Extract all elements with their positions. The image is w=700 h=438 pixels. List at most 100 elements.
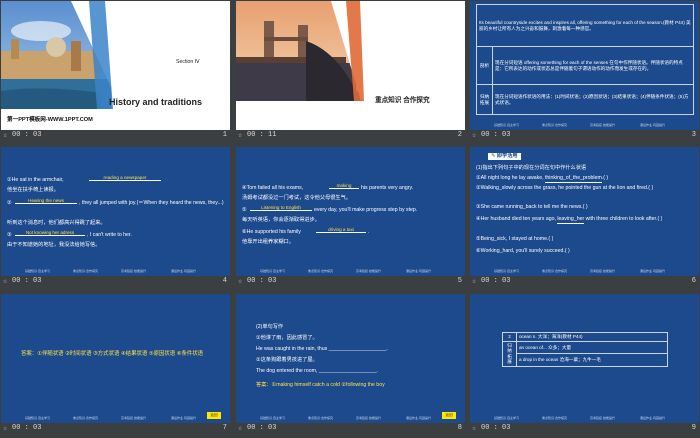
nav-link[interactable]: 课后作业·巩固提升: [406, 416, 431, 420]
nav-link[interactable]: 课后作业·巩固提升: [640, 269, 665, 273]
question-3: ③She came running_back to tell me the ne…: [476, 204, 588, 210]
prompt-2: ②这条狗跟着男孩进了屋。: [256, 357, 318, 363]
nav-link[interactable]: 高考链接·技能提升: [590, 416, 615, 420]
slide-thumbnail-6[interactable]: ✎ 即学活用 (1)指出下列句子中的现在分词在句中作什么状语 ①All nigh…: [470, 147, 699, 287]
expression-2: a drop in the ocean 沧海一粟；九牛一毛: [516, 353, 668, 367]
star-icon: ☆: [472, 132, 477, 140]
sentence-6-end: .: [368, 229, 370, 235]
sentence-1: ①He sat in the armchair,: [7, 177, 64, 183]
slide-number: 9: [691, 424, 696, 432]
nav-link[interactable]: 课后作业·巩固提升: [406, 269, 431, 273]
sentence-3-num: ③: [7, 232, 12, 238]
slide-nav: 基础知识·自主学习 重点知识·合作探究 高考链接·技能提升 课后作业·巩固提升: [1, 269, 230, 275]
slide-sorter-grid: Section Ⅳ History and traditions 第一PPT模板…: [0, 0, 700, 438]
nav-link[interactable]: 课后作业·巩固提升: [171, 269, 196, 273]
slide-number: 3: [691, 131, 696, 139]
answer-blank-6: driving a taxi: [316, 227, 366, 233]
row-label: 归纳拓展: [502, 340, 517, 367]
nav-link[interactable]: 重点知识·合作探究: [542, 123, 567, 127]
vocab-title: ocean n. 大洋；海洋(教材 P44): [516, 332, 668, 342]
nav-link[interactable]: 重点知识·合作探究: [542, 416, 567, 420]
nav-link[interactable]: 基础知识·自主学习: [25, 269, 50, 273]
nav-link[interactable]: 高考链接·技能提升: [356, 416, 381, 420]
slide-number: 2: [457, 131, 462, 139]
nav-link[interactable]: 高考链接·技能提升: [590, 123, 615, 127]
tower-bridge-photo: [236, 1, 386, 101]
nav-link[interactable]: 重点知识·合作探究: [308, 416, 333, 420]
summary-cell: 现在分词短语作状语的用法：(1)时间状语；(2)原因状语；(3)结果状语；(4)…: [492, 84, 694, 115]
nav-link[interactable]: 高考链接·技能提升: [121, 416, 146, 420]
nav-link[interactable]: 高考链接·技能提升: [121, 269, 146, 273]
slide-timing: 00 : 03: [481, 277, 511, 285]
nav-link[interactable]: 高考链接·技能提升: [590, 269, 615, 273]
slide-title: History and traditions: [109, 97, 203, 107]
slide-thumbnail-7[interactable]: 答案：①伴随状语 ②时间状语 ③方式状语 ④结果状语 ⑤原因状语 ⑥条件状语 返…: [1, 294, 230, 434]
sentence-4-end: his parents very angry.: [361, 185, 414, 191]
slide-canvas: ④Tom failed all his exams, making his pa…: [236, 147, 465, 276]
slide-canvas: Section Ⅳ History and traditions 第一PPT模板…: [1, 1, 230, 130]
slide-caption: ☆ 00 : 03 1: [1, 130, 230, 141]
slide-caption: ☆ 00 : 03 4: [1, 276, 230, 287]
slide-timing: 00 : 03: [481, 131, 511, 139]
slide-canvas: 2 ocean n. 大洋；海洋(教材 P44) 归纳拓展 an ocean o…: [470, 294, 699, 423]
translation-5: 每天听英语，你会逐渐取得进步。: [242, 217, 320, 223]
star-icon: ☆: [472, 278, 477, 286]
slide-timing: 00 : 03: [247, 277, 277, 285]
slide-heading: 重点知识 合作探究: [375, 97, 430, 104]
nav-link[interactable]: 重点知识·合作探究: [73, 416, 98, 420]
star-icon: ☆: [472, 425, 477, 433]
slide-thumbnail-1[interactable]: Section Ⅳ History and traditions 第一PPT模板…: [1, 1, 230, 141]
translation-2: 听到这个消息时，他们都高兴得跳了起来。: [7, 220, 106, 226]
nav-link[interactable]: 重点知识·合作探究: [73, 269, 98, 273]
question-6: ⑥Working_hard, you'll surely succeed.( ): [476, 248, 570, 254]
slide-nav: 基础知识·自主学习 重点知识·合作探究 高考链接·技能提升 课后作业·巩固提升: [470, 123, 699, 129]
translation-1: 他坐在扶手椅上读报。: [7, 187, 59, 193]
slide-number: 6: [691, 277, 696, 285]
question-5: ⑤Being_sick, I stayed at home.( ): [476, 236, 554, 242]
slide-timing: 00 : 03: [12, 277, 42, 285]
slide-caption: ☆ 00 : 03 8: [236, 423, 465, 434]
nav-link[interactable]: 基础知识·自主学习: [494, 123, 519, 127]
nav-link[interactable]: 重点知识·合作探究: [308, 269, 333, 273]
slide-thumbnail-4[interactable]: ①He sat in the armchair, reading a newsp…: [1, 147, 230, 287]
sentence-5: every day, you'll make progress step by …: [314, 207, 418, 213]
nav-link[interactable]: 基础知识·自主学习: [494, 269, 519, 273]
slide-canvas: 答案：①伴随状语 ②时间状语 ③方式状语 ④结果状语 ⑤原因状语 ⑥条件状语 返…: [1, 294, 230, 423]
slide-thumbnail-5[interactable]: ④Tom failed all his exams, making his pa…: [236, 147, 465, 287]
star-icon: ☆: [3, 132, 8, 140]
question-1-underlined: thinking_of_the_problem: [544, 175, 602, 183]
slide-thumbnail-2[interactable]: 重点知识 合作探究 ☆ 00 : 11 2: [236, 1, 465, 141]
slide-thumbnail-3[interactable]: Its beautiful countryside excites and in…: [470, 1, 699, 141]
slide-nav: 基础知识·自主学习 重点知识·合作探究 高考链接·技能提升 课后作业·巩固提升: [236, 416, 465, 422]
nav-link[interactable]: 重点知识·合作探究: [542, 269, 567, 273]
sentence-5-num: ⑤: [242, 207, 247, 213]
nav-link[interactable]: 课后作业·巩固提升: [640, 123, 665, 127]
vocab-table: 2 ocean n. 大洋；海洋(教材 P44) 归纳拓展 an ocean o…: [502, 332, 668, 367]
section-label: Section Ⅳ: [176, 59, 200, 65]
slide-canvas: 重点知识 合作探究: [236, 1, 465, 130]
slide-caption: ☆ 00 : 03 5: [236, 276, 465, 287]
slide-nav: 基础知识·自主学习 重点知识·合作探究 高考链接·技能提升 课后作业·巩固提升: [470, 269, 699, 275]
slide-caption: ☆ 00 : 03 9: [470, 423, 699, 434]
expression-1: an ocean of... 众多；大量: [516, 340, 668, 355]
footer-text: 第一PPT模板网-WWW.1PPT.COM: [7, 117, 93, 123]
answer-blank-4: making: [329, 183, 359, 189]
slide-number: 5: [457, 277, 462, 285]
slide-number: 4: [222, 277, 227, 285]
nav-link[interactable]: 基础知识·自主学习: [260, 416, 285, 420]
slide-number: 1: [222, 131, 227, 139]
slide-thumbnail-8[interactable]: (2)单句写作 ①他淋了雨，因此感冒了。 He was caught in th…: [236, 294, 465, 434]
slide-caption: ☆ 00 : 03 7: [1, 423, 230, 434]
nav-link[interactable]: 基础知识·自主学习: [25, 416, 50, 420]
sentence-2: The dog entered the room, ______________…: [256, 368, 379, 374]
question-2: ②Walking_slowly across the grass, he poi…: [476, 185, 654, 191]
translation-4: 汤姆考试都没过一门考试，这令他父母很生气。: [242, 195, 351, 201]
nav-link[interactable]: 课后作业·巩固提升: [171, 416, 196, 420]
pencil-icon: ✎: [491, 153, 496, 159]
nav-link[interactable]: 课后作业·巩固提升: [640, 416, 665, 420]
slide-thumbnail-9[interactable]: 2 ocean n. 大洋；海洋(教材 P44) 归纳拓展 an ocean o…: [470, 294, 699, 434]
slide-caption: ☆ 00 : 03 6: [470, 276, 699, 287]
nav-link[interactable]: 高考链接·技能提升: [356, 269, 381, 273]
nav-link[interactable]: 基础知识·自主学习: [260, 269, 285, 273]
nav-link[interactable]: 基础知识·自主学习: [494, 416, 519, 420]
